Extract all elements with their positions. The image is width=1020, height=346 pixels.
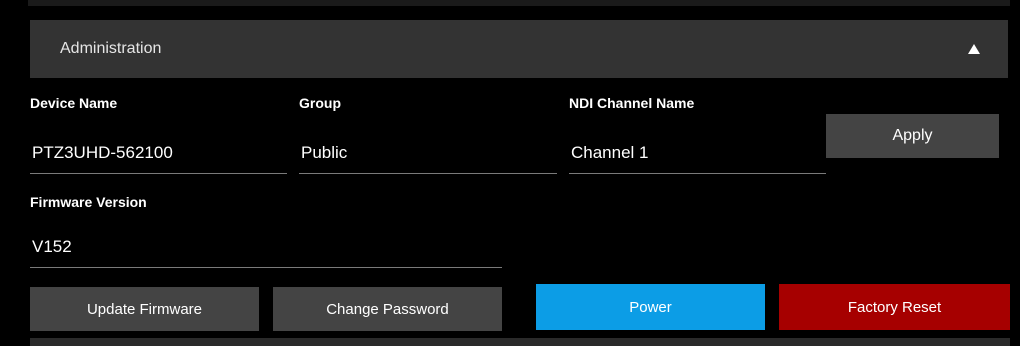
power-button[interactable]: Power [536,284,765,330]
update-firmware-button[interactable]: Update Firmware [30,287,259,331]
ndi-channel-name-input[interactable] [569,138,826,174]
firmware-version-input[interactable] [30,232,502,268]
top-divider [28,0,1010,6]
ndi-channel-name-label: NDI Channel Name [569,95,695,111]
device-name-input[interactable] [30,138,287,174]
device-name-label: Device Name [30,95,118,111]
bottom-divider [30,338,1010,346]
administration-page: Administration Device Name Group NDI Cha… [0,0,1020,346]
group-label: Group [299,95,341,111]
panel-title: Administration [60,40,162,57]
change-password-button[interactable]: Change Password [273,287,502,331]
administration-panel-header[interactable]: Administration [30,20,1008,78]
apply-button[interactable]: Apply [826,114,999,158]
factory-reset-button[interactable]: Factory Reset [779,284,1010,330]
collapse-triangle-icon[interactable] [968,44,980,54]
group-input[interactable] [299,138,557,174]
firmware-version-label: Firmware Version [30,194,147,210]
